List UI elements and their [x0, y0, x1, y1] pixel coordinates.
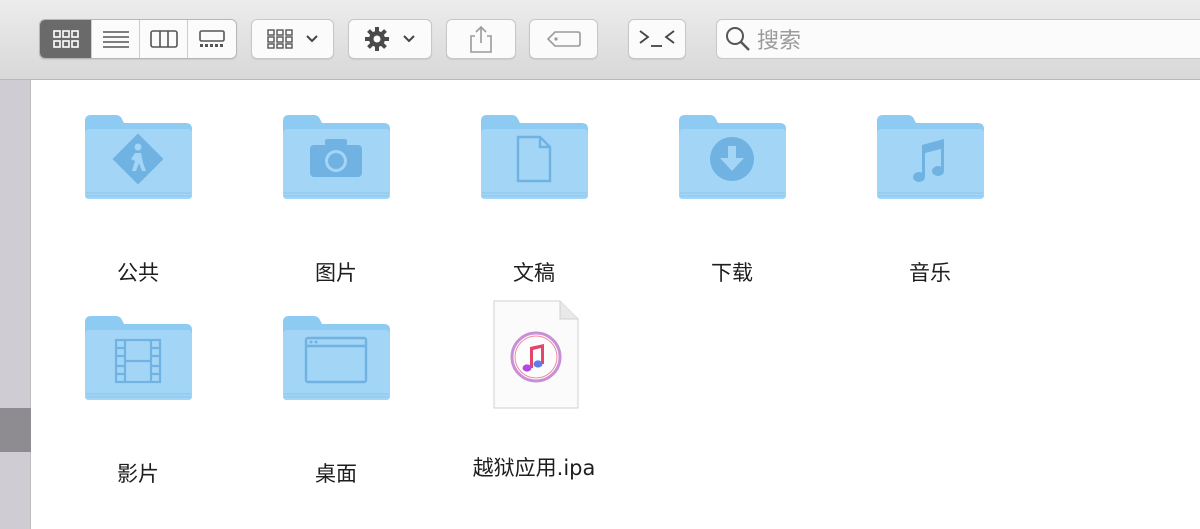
- itunes-icon: [510, 331, 562, 383]
- sidebar: [0, 80, 31, 529]
- list-view-icon: [102, 31, 129, 48]
- gear-icon: [365, 27, 389, 51]
- action-button[interactable]: [348, 19, 432, 59]
- item-label: 公共: [117, 261, 159, 285]
- column-view-icon: [149, 30, 178, 48]
- folder-icon: [877, 115, 984, 199]
- terminal-button[interactable]: [628, 19, 686, 59]
- item-label: 图片: [315, 261, 357, 285]
- folder-icon: [85, 115, 192, 199]
- tag-button[interactable]: [529, 19, 598, 59]
- folder-icon: [679, 115, 786, 199]
- sidebar-selection[interactable]: [0, 408, 31, 452]
- item-label: 下载: [711, 261, 753, 285]
- folder-item[interactable]: 桌面: [236, 312, 436, 492]
- folder-item[interactable]: 公共: [38, 111, 238, 291]
- folder-icon: [283, 316, 390, 400]
- folder-icon: [283, 115, 390, 199]
- terminal-icon: [639, 30, 675, 47]
- folder-item[interactable]: 文稿: [434, 111, 634, 291]
- folder-item[interactable]: 音乐: [830, 111, 1030, 291]
- folder-item[interactable]: 影片: [38, 312, 238, 492]
- search-placeholder: 搜索: [757, 29, 802, 54]
- share-icon: [470, 25, 492, 53]
- gallery-view-button[interactable]: [188, 20, 236, 58]
- folder-item[interactable]: 下载: [632, 111, 832, 291]
- chevron-down-icon: [305, 35, 318, 43]
- icon-view-icon: [52, 30, 79, 48]
- download-icon: [710, 137, 754, 181]
- search-field[interactable]: 搜索: [716, 19, 1200, 59]
- file-browser: 公共 图片 文稿 下载 音乐 影片 桌面 越狱应用.ipa: [31, 81, 1200, 529]
- icon-view-button[interactable]: [40, 20, 92, 58]
- view-mode-selector: [39, 19, 237, 59]
- group-grid-icon: [266, 29, 293, 49]
- toolbar: 搜索: [0, 0, 1200, 80]
- item-label: 越狱应用.ipa: [472, 456, 596, 480]
- list-view-button[interactable]: [92, 20, 140, 58]
- group-by-button[interactable]: [251, 19, 334, 59]
- column-view-button[interactable]: [140, 20, 188, 58]
- folder-icon: [85, 316, 192, 400]
- tag-icon: [546, 31, 581, 47]
- item-label: 桌面: [315, 462, 357, 486]
- file-item[interactable]: 越狱应用.ipa: [434, 300, 634, 480]
- finder-window: 搜索 公共 图片 文稿 下载 音乐 影片 桌面 越狱应用.ipa: [0, 0, 1200, 529]
- item-label: 文稿: [513, 261, 555, 285]
- item-label: 音乐: [909, 261, 951, 285]
- folder-icon: [481, 115, 588, 199]
- chevron-down-icon: [403, 35, 415, 43]
- share-button[interactable]: [446, 19, 516, 59]
- item-label: 影片: [117, 462, 159, 486]
- search-icon: [726, 27, 750, 51]
- folder-item[interactable]: 图片: [236, 111, 436, 291]
- gallery-view-icon: [199, 30, 225, 47]
- ipa-file-icon: [493, 300, 579, 409]
